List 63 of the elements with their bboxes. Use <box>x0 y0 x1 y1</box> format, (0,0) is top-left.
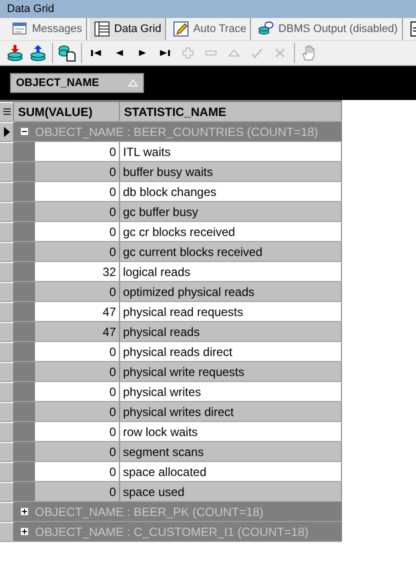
tab[interactable]: Data Grid <box>90 18 166 40</box>
expand-icon[interactable] <box>20 507 29 516</box>
table-cell: space used <box>120 482 342 501</box>
table-cell: 0 <box>35 402 120 421</box>
table-cell: gc cr blocks received <box>120 222 342 241</box>
table-cell: db block changes <box>120 182 342 201</box>
window-title: Data Grid <box>7 3 54 15</box>
table-cell: 0 <box>35 462 120 481</box>
table-cell: 0 <box>35 182 120 201</box>
table-cell: gc current blocks received <box>120 242 342 261</box>
table-cell: space allocated <box>120 462 342 481</box>
table-cell: 0 <box>35 482 120 501</box>
table-cell: ITL waits <box>120 142 342 161</box>
first-record-icon[interactable] <box>90 47 102 59</box>
table-cell: 0 <box>35 422 120 441</box>
table-cell: 47 <box>35 322 120 341</box>
export-icon[interactable] <box>29 44 47 62</box>
table-cell: 0 <box>35 282 120 301</box>
expand-icon[interactable] <box>20 527 29 536</box>
check-icon[interactable] <box>251 47 263 59</box>
column-chooser-icon <box>2 108 10 116</box>
table-cell: logical reads <box>120 262 342 281</box>
table-cell: physical reads <box>120 322 342 341</box>
import-icon[interactable] <box>6 44 24 62</box>
tab[interactable]: Auto Trace <box>169 18 252 40</box>
table-cell: 0 <box>35 342 120 361</box>
row-indicator-header[interactable] <box>0 102 14 121</box>
table-cell: 0 <box>35 202 120 221</box>
table-cell: 0 <box>35 382 120 401</box>
table-cell: 0 <box>35 162 120 181</box>
sort-icon <box>128 78 138 88</box>
table-cell: optimized physical reads <box>120 282 342 301</box>
row-indicator[interactable] <box>0 122 14 141</box>
table-cell: 0 <box>35 242 120 261</box>
next-record-icon[interactable] <box>136 47 148 59</box>
current-row-icon <box>4 127 10 137</box>
table-cell: 32 <box>35 262 120 281</box>
column-header[interactable]: STATISTIC_NAME <box>120 102 342 121</box>
collapse-icon[interactable] <box>20 127 29 136</box>
grid-icon <box>94 21 110 37</box>
table-cell: segment scans <box>120 442 342 461</box>
table-cell: physical writes direct <box>120 402 342 421</box>
tab[interactable]: DBMS Output (disabled) <box>254 18 403 40</box>
table-cell: 47 <box>35 302 120 321</box>
table-cell: physical writes <box>120 382 342 401</box>
table-cell: row lock waits <box>120 422 342 441</box>
group-by-column-button[interactable]: OBJECT_NAME <box>10 73 144 93</box>
database-document-icon[interactable] <box>58 44 76 62</box>
table-cell: physical reads direct <box>120 342 342 361</box>
table-cell: gc buffer busy <box>120 202 342 221</box>
last-record-icon[interactable] <box>159 47 171 59</box>
table-cell: 0 <box>35 222 120 241</box>
table-cell: 0 <box>35 142 120 161</box>
database-icon <box>258 21 274 37</box>
pencil-icon <box>173 21 190 37</box>
column-header[interactable]: SUM(VALUE) <box>14 102 120 121</box>
table-cell: physical write requests <box>120 362 342 381</box>
table-cell: 0 <box>35 362 120 381</box>
table-cell: buffer busy waits <box>120 162 342 181</box>
table-cell: 0 <box>35 442 120 461</box>
table-cell: physical read requests <box>120 302 342 321</box>
message-icon <box>12 21 28 37</box>
tab[interactable]: Messages <box>8 18 88 40</box>
